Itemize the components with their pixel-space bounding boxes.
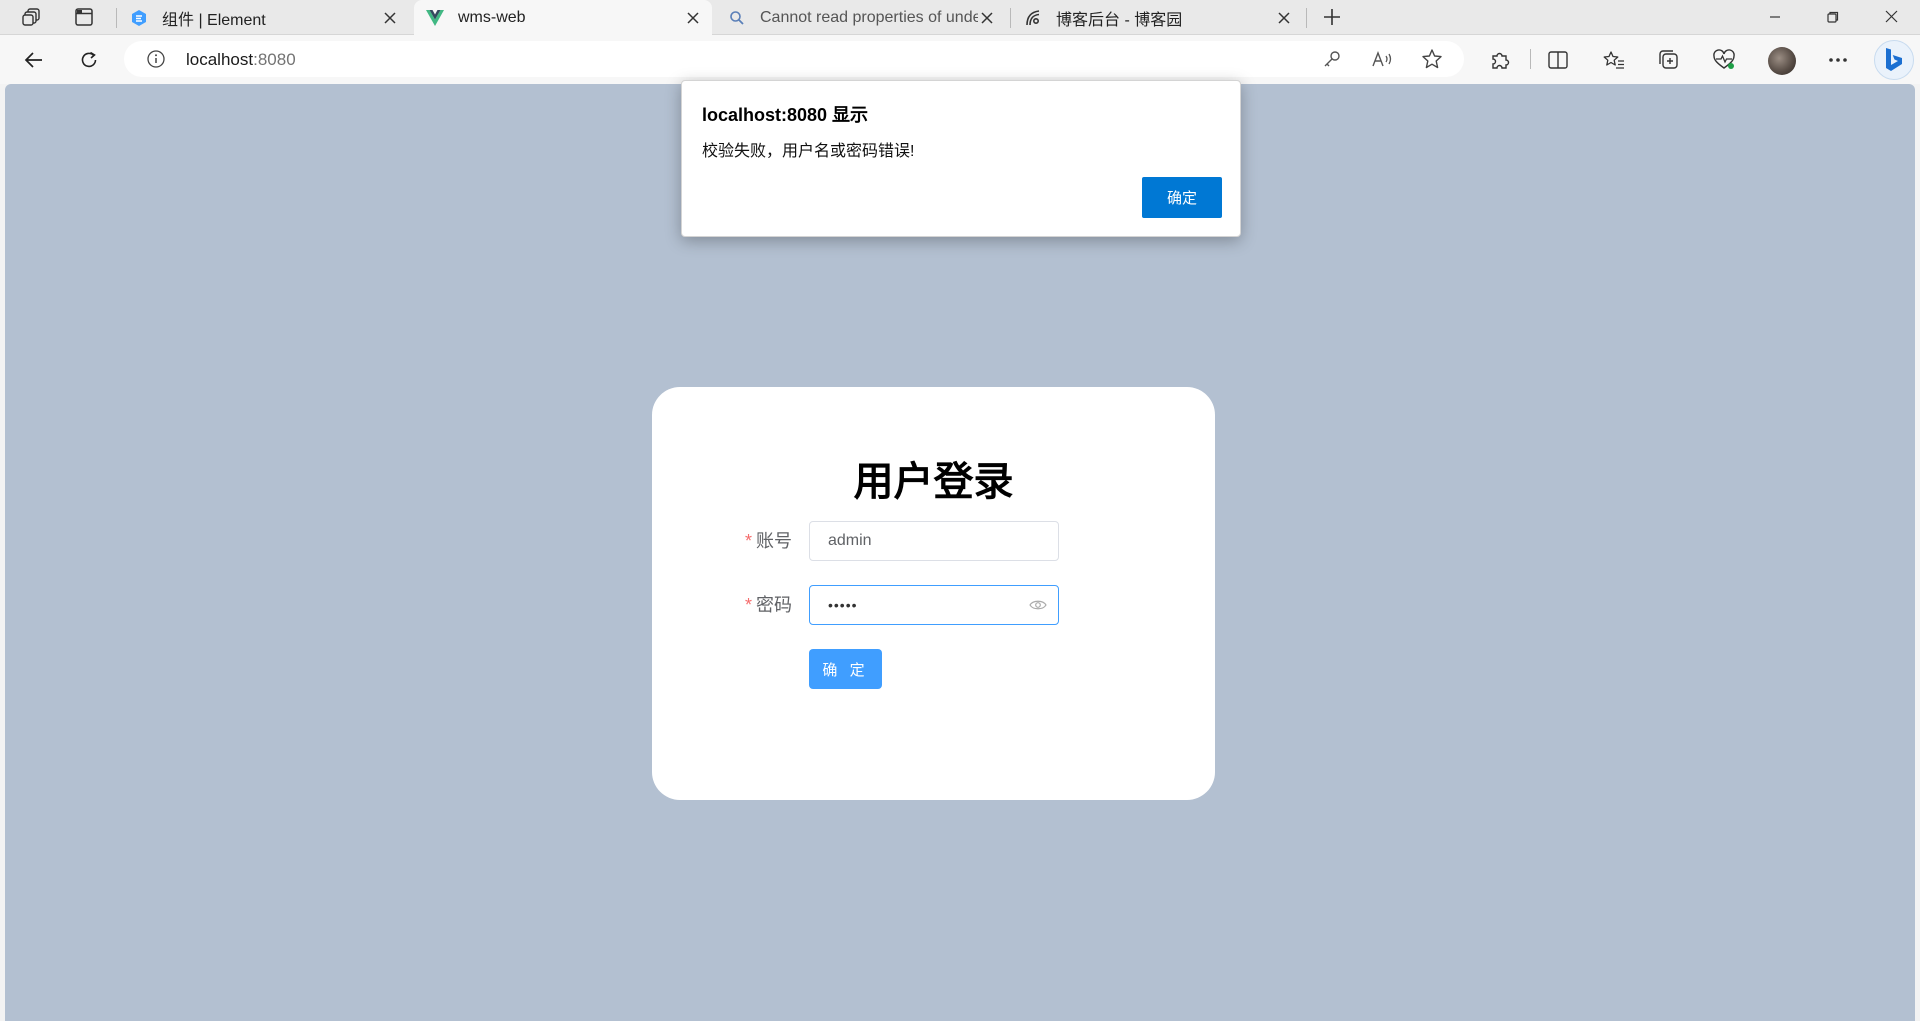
collections-icon <box>1659 50 1678 69</box>
element-logo-icon <box>130 9 148 27</box>
back-button[interactable] <box>18 44 50 76</box>
password-label-text: 密码 <box>756 595 792 615</box>
username-label-text: 账号 <box>756 531 792 551</box>
login-title: 用户登录 <box>853 460 1014 504</box>
copilot-button[interactable] <box>1874 40 1914 80</box>
plus-icon <box>1324 9 1340 25</box>
split-screen-button[interactable] <box>1542 44 1574 76</box>
tab-actions-icon <box>75 8 93 26</box>
collections-button[interactable] <box>1653 44 1685 76</box>
close-icon[interactable] <box>381 9 399 27</box>
close-icon[interactable] <box>684 9 702 27</box>
minimize-icon <box>1770 15 1780 18</box>
tab-actions-button[interactable] <box>70 4 98 30</box>
search-icon <box>728 9 746 27</box>
read-aloud-icon[interactable] <box>1370 47 1394 71</box>
tab-title: 组件 | Element <box>162 11 266 29</box>
password-value: ••••• <box>828 597 858 613</box>
dialog-message: 校验失败，用户名或密码错误! <box>702 143 915 160</box>
tab-title: wms-web <box>458 8 526 26</box>
vue-logo-icon <box>426 9 444 27</box>
tab-cnblogs[interactable]: 博客后台 - 博客园 <box>1012 0 1303 35</box>
tab-title: 博客后台 - 博客园 <box>1056 11 1183 29</box>
username-value: admin <box>828 532 872 549</box>
browser-toolbar: localhost:8080 <box>0 35 1920 84</box>
workspaces-icon <box>22 8 40 26</box>
password-row: * 密码 ••••• <box>652 585 1215 625</box>
url-text[interactable]: localhost:8080 <box>186 50 296 70</box>
favorite-star-icon[interactable] <box>1420 47 1444 71</box>
reload-button[interactable] <box>73 44 105 76</box>
tab-search-result[interactable]: Cannot read properties of undefi <box>716 0 1006 35</box>
dialog-ok-button[interactable]: 确定 <box>1142 177 1222 218</box>
workspaces-button[interactable] <box>18 4 46 30</box>
close-icon <box>1885 10 1897 23</box>
tab-strip: 组件 | Element wms-web Cannot read propert… <box>0 0 1920 35</box>
tab-wms-web[interactable]: wms-web <box>414 0 712 35</box>
info-icon[interactable] <box>146 49 166 69</box>
restore-icon <box>1827 11 1839 23</box>
toolbar-separator <box>1530 49 1531 69</box>
reload-icon <box>81 51 97 68</box>
username-label: * 账号 <box>745 521 792 561</box>
alert-dialog: localhost:8080 显示 校验失败，用户名或密码错误! 确定 <box>681 80 1241 237</box>
settings-menu-button[interactable] <box>1822 44 1854 76</box>
key-icon[interactable] <box>1320 47 1344 71</box>
tab-title: Cannot read properties of undefi <box>760 8 978 26</box>
required-mark: * <box>744 595 752 615</box>
more-dots-icon <box>1829 58 1847 62</box>
favorites-list-icon <box>1603 51 1624 69</box>
restore-button[interactable] <box>1810 0 1856 33</box>
browser-essentials-button[interactable] <box>1708 44 1740 76</box>
eye-icon[interactable] <box>1028 596 1048 614</box>
address-bar[interactable]: localhost:8080 <box>124 41 1464 77</box>
dialog-title: localhost:8080 显示 <box>702 105 869 125</box>
profile-avatar[interactable] <box>1768 47 1796 75</box>
password-label: * 密码 <box>745 585 792 625</box>
close-window-button[interactable] <box>1868 0 1914 33</box>
tab-separator <box>1306 8 1307 28</box>
minimize-button[interactable] <box>1752 0 1798 33</box>
submit-button[interactable]: 确 定 <box>809 649 882 689</box>
back-arrow-icon <box>24 52 42 68</box>
extensions-button[interactable] <box>1484 44 1516 76</box>
close-icon[interactable] <box>1275 9 1293 27</box>
bing-logo-icon <box>1886 48 1902 71</box>
favorites-button[interactable] <box>1598 44 1630 76</box>
url-host: localhost <box>186 50 254 69</box>
login-card: 用户登录 * 账号 admin * 密码 ••••• 确 定 <box>652 387 1215 800</box>
new-tab-button[interactable] <box>1318 4 1346 30</box>
password-input[interactable]: ••••• <box>809 585 1059 625</box>
heart-pulse-icon <box>1713 49 1735 69</box>
username-row: * 账号 admin <box>652 521 1215 561</box>
tab-element[interactable]: 组件 | Element <box>118 0 409 35</box>
close-icon[interactable] <box>978 9 996 27</box>
split-screen-icon <box>1548 51 1568 69</box>
cnblogs-logo-icon <box>1024 9 1042 27</box>
username-input[interactable]: admin <box>809 521 1059 561</box>
required-mark: * <box>744 531 752 551</box>
tab-separator <box>116 8 117 28</box>
puzzle-icon <box>1492 52 1510 69</box>
tab-separator <box>1010 8 1011 28</box>
url-port: :8080 <box>253 50 296 69</box>
